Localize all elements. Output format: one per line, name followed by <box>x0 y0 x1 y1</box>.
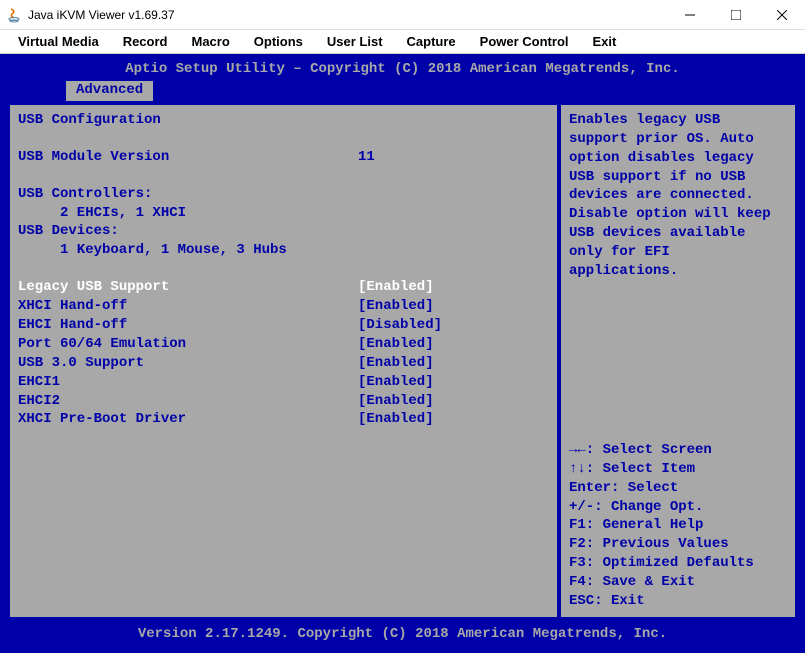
bios-help-panel: Enables legacy USB support prior OS. Aut… <box>559 103 797 619</box>
setting-ehci1[interactable]: EHCI1 [Enabled] <box>18 373 549 392</box>
setting-label: XHCI Hand-off <box>18 297 358 316</box>
setting-value: [Enabled] <box>358 278 549 297</box>
key-hint: +/-: Change Opt. <box>569 498 787 517</box>
key-hint: Enter: Select <box>569 479 787 498</box>
key-hint: ESC: Exit <box>569 592 787 611</box>
menu-virtual-media[interactable]: Virtual Media <box>8 32 109 51</box>
close-button[interactable] <box>759 0 805 29</box>
setting-label: Port 60/64 Emulation <box>18 335 358 354</box>
bios-screen[interactable]: Aptio Setup Utility – Copyright (C) 2018… <box>0 54 805 653</box>
setting-ehci2[interactable]: EHCI2 [Enabled] <box>18 392 549 411</box>
module-version-value: 11 <box>358 148 549 167</box>
setting-ehci-hand-off[interactable]: EHCI Hand-off [Disabled] <box>18 316 549 335</box>
key-hint: F1: General Help <box>569 516 787 535</box>
menu-macro[interactable]: Macro <box>181 32 239 51</box>
setting-port-6064-emulation[interactable]: Port 60/64 Emulation [Enabled] <box>18 335 549 354</box>
maximize-button[interactable] <box>713 0 759 29</box>
menu-record[interactable]: Record <box>113 32 178 51</box>
setting-label: USB 3.0 Support <box>18 354 358 373</box>
tab-advanced[interactable]: Advanced <box>66 81 153 101</box>
module-version-label: USB Module Version <box>18 148 358 167</box>
titlebar: Java iKVM Viewer v1.69.37 <box>0 0 805 30</box>
minimize-button[interactable] <box>667 0 713 29</box>
key-hint: F4: Save & Exit <box>569 573 787 592</box>
bios-tabs: Advanced <box>2 81 803 101</box>
devices-label: USB Devices: <box>18 222 549 241</box>
devices-value: 1 Keyboard, 1 Mouse, 3 Hubs <box>18 241 549 260</box>
setting-value: [Enabled] <box>358 335 549 354</box>
bios-header: Aptio Setup Utility – Copyright (C) 2018… <box>2 56 803 81</box>
setting-usb-30-support[interactable]: USB 3.0 Support [Enabled] <box>18 354 549 373</box>
setting-value: [Enabled] <box>358 297 549 316</box>
setting-xhci-pre-boot-driver[interactable]: XHCI Pre-Boot Driver [Enabled] <box>18 410 549 429</box>
setting-label: EHCI2 <box>18 392 358 411</box>
help-text: Enables legacy USB support prior OS. Aut… <box>569 111 787 281</box>
menu-capture[interactable]: Capture <box>397 32 466 51</box>
setting-value: [Enabled] <box>358 373 549 392</box>
setting-legacy-usb-support[interactable]: Legacy USB Support [Enabled] <box>18 278 549 297</box>
menu-options[interactable]: Options <box>244 32 313 51</box>
setting-value: [Enabled] <box>358 354 549 373</box>
key-hint: F2: Previous Values <box>569 535 787 554</box>
controllers-label: USB Controllers: <box>18 185 549 204</box>
window-controls <box>667 0 805 29</box>
setting-value: [Disabled] <box>358 316 549 335</box>
menubar: Virtual Media Record Macro Options User … <box>0 30 805 54</box>
menu-user-list[interactable]: User List <box>317 32 393 51</box>
menu-exit[interactable]: Exit <box>583 32 627 51</box>
menu-power-control[interactable]: Power Control <box>470 32 579 51</box>
bios-main: USB Configuration USB Module Version 11 … <box>6 101 799 621</box>
key-hints: →←: Select Screen ↑↓: Select Item Enter:… <box>569 441 787 611</box>
bios-settings-panel: USB Configuration USB Module Version 11 … <box>8 103 559 619</box>
key-hint: ↑↓: Select Item <box>569 460 787 479</box>
bios-footer: Version 2.17.1249. Copyright (C) 2018 Am… <box>2 621 803 648</box>
setting-value: [Enabled] <box>358 392 549 411</box>
module-version-row: USB Module Version 11 <box>18 148 549 167</box>
window-title: Java iKVM Viewer v1.69.37 <box>28 8 667 22</box>
controllers-value: 2 EHCIs, 1 XHCI <box>18 204 549 223</box>
setting-label: XHCI Pre-Boot Driver <box>18 410 358 429</box>
section-title: USB Configuration <box>18 111 549 130</box>
setting-label: EHCI1 <box>18 373 358 392</box>
setting-label: Legacy USB Support <box>18 278 358 297</box>
setting-value: [Enabled] <box>358 410 549 429</box>
key-hint: F3: Optimized Defaults <box>569 554 787 573</box>
java-icon <box>6 7 22 23</box>
setting-xhci-hand-off[interactable]: XHCI Hand-off [Enabled] <box>18 297 549 316</box>
key-hint: →←: Select Screen <box>569 441 787 460</box>
setting-label: EHCI Hand-off <box>18 316 358 335</box>
